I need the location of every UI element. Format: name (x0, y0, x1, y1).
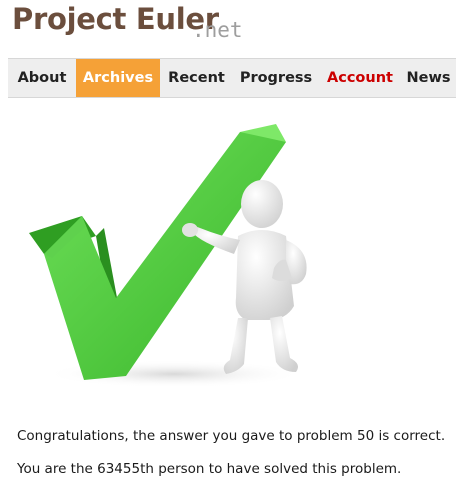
nav-news[interactable]: News (401, 59, 456, 97)
page: Project Euler .net About Archives Recent… (0, 0, 456, 490)
nav-progress[interactable]: Progress (233, 59, 319, 97)
result-message: Congratulations, the answer you gave to … (17, 428, 446, 444)
nav-about[interactable]: About (8, 59, 76, 97)
nav-account[interactable]: Account (319, 59, 401, 97)
logo-title: Project Euler (12, 2, 219, 36)
solver-rank-message: You are the 63455th person to have solve… (17, 461, 402, 477)
nav-recent[interactable]: Recent (160, 59, 233, 97)
nav-archives[interactable]: Archives (76, 59, 160, 97)
checkmark-with-figure-icon (29, 124, 307, 388)
main-nav: About Archives Recent Progress Account N… (8, 58, 456, 98)
logo-suffix: .net (192, 18, 243, 42)
